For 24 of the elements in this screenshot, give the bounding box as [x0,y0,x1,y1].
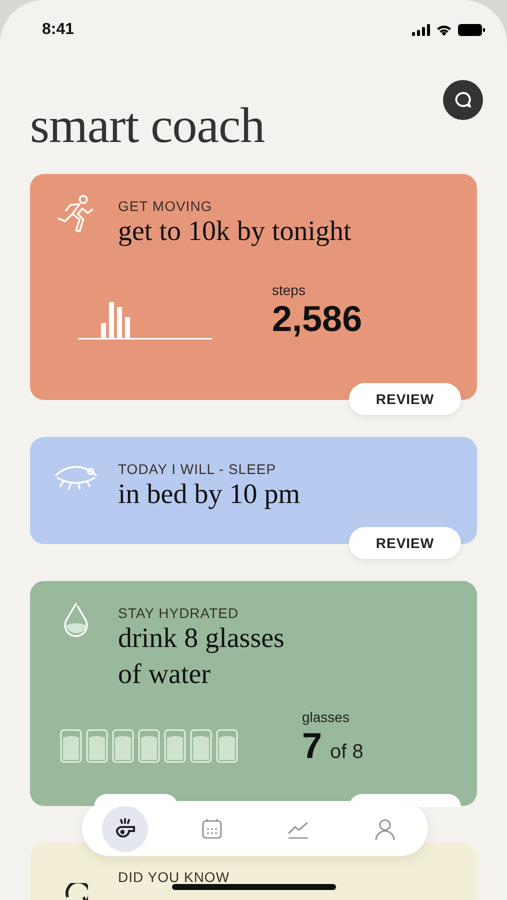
goal-text: in bed by 10 pm [118,478,300,512]
card-category: DID YOU KNOW [118,869,230,885]
chat-button[interactable] [443,80,483,120]
whistle-icon [113,816,138,840]
metric-value: 7 [302,725,322,767]
metric-suffix: of 8 [330,741,364,764]
chat-icon [453,90,473,110]
metric-value: 2,586 [272,298,362,340]
card-category: STAY HYDRATED [118,605,240,621]
review-button[interactable]: REVIEW [349,383,461,415]
goal-text: get to 10k by tonight [118,215,352,249]
page-title: smart coach [30,100,265,150]
signal-icon [412,24,430,36]
person-icon [372,816,397,840]
metric-label: glasses [302,709,350,725]
wifi-icon [436,24,452,36]
card-category: TODAY I WILL - SLEEP [118,461,278,477]
battery-icon [458,24,485,36]
status-time: 8:41 [42,21,74,39]
review-button[interactable]: REVIEW [349,527,461,559]
metric-label: steps [272,282,306,298]
card-category: GET MOVING [118,198,214,214]
calendar-icon [200,816,224,840]
goal-text: drink 8 glasses of water [118,622,286,692]
